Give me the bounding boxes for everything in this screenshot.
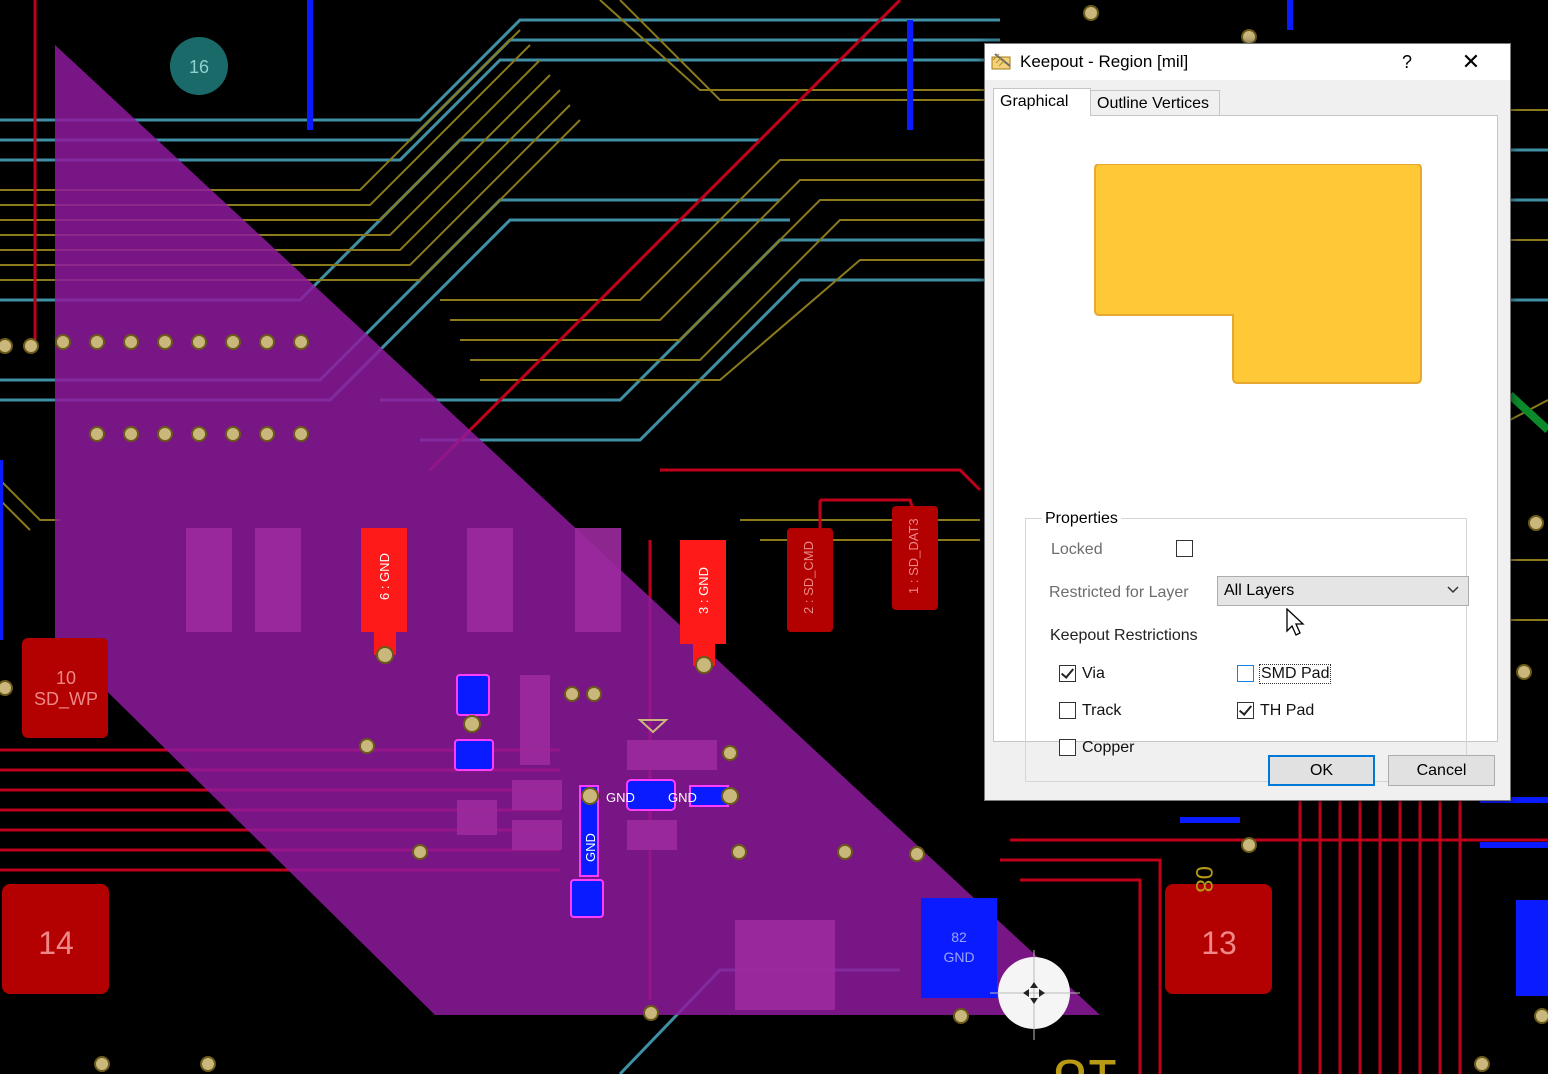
silkscreen-text-2: 08 (1190, 866, 1217, 893)
cancel-button[interactable]: Cancel (1388, 755, 1495, 786)
tab-outline-vertices[interactable]: Outline Vertices (1091, 90, 1220, 116)
smd-pad-checkbox[interactable] (1237, 665, 1254, 682)
pad-13-label: 13 (1201, 925, 1237, 961)
svg-text:3 : GND: 3 : GND (696, 567, 711, 614)
tab-graphical[interactable]: Graphical (993, 88, 1091, 116)
pad-16-label: 16 (189, 57, 209, 77)
net-label-gnd-2: GND (668, 790, 697, 805)
th-pad-label[interactable]: TH Pad (1260, 702, 1314, 720)
svg-text:1 : SD_DAT3: 1 : SD_DAT3 (906, 518, 921, 594)
keepout-region-icon (991, 53, 1011, 70)
dialog-title: Keepout - Region [mil] (1020, 52, 1189, 71)
keepout-restrictions-title: Keepout Restrictions (1050, 627, 1198, 644)
close-button[interactable]: ✕ (1451, 48, 1491, 76)
net-label-gnd-1: GND (606, 790, 635, 805)
pad-82 (921, 898, 997, 998)
th-pad-checkbox[interactable] (1237, 702, 1254, 719)
pad-10-sublabel: SD_WP (34, 689, 98, 710)
help-button[interactable]: ? (1387, 50, 1427, 74)
via-checkbox[interactable] (1059, 665, 1076, 682)
chevron-down-icon (1447, 586, 1459, 594)
pad-14-label: 14 (38, 925, 74, 961)
restricted-layer-label: Restricted for Layer (1049, 584, 1189, 601)
ok-button[interactable]: OK (1268, 755, 1375, 786)
svg-text:6 : GND: 6 : GND (377, 553, 392, 600)
locked-label: Locked (1051, 541, 1103, 558)
mouse-pointer-icon (1286, 608, 1305, 636)
pad-82-sublabel: GND (943, 949, 974, 965)
pad-10-label: 10 (56, 668, 76, 688)
copper-label[interactable]: Copper (1082, 739, 1134, 757)
net-label-gnd-3: GND (583, 833, 598, 862)
keepout-region-dialog: Keepout - Region [mil] ? ✕ Graphical Out… (984, 43, 1511, 801)
via-label[interactable]: Via (1082, 665, 1105, 683)
track-checkbox[interactable] (1059, 702, 1076, 719)
pad-82-label: 82 (951, 929, 967, 945)
locked-checkbox[interactable] (1176, 540, 1193, 557)
restricted-layer-select[interactable]: All Layers (1217, 576, 1469, 606)
properties-title: Properties (1042, 510, 1121, 528)
svg-text:2 : SD_CMD: 2 : SD_CMD (801, 541, 816, 614)
region-shape-preview (1094, 164, 1422, 384)
smd-pad-label[interactable]: SMD Pad (1259, 664, 1332, 684)
pad-10 (22, 638, 108, 738)
silkscreen-text: 18 (1053, 1047, 1120, 1074)
track-label[interactable]: Track (1082, 702, 1121, 720)
graphical-tab-panel: Properties Locked Restricted for Layer A… (993, 115, 1498, 782)
dialog-titlebar[interactable]: Keepout - Region [mil] ? ✕ (985, 44, 1510, 80)
copper-checkbox[interactable] (1059, 739, 1076, 756)
restricted-layer-value: All Layers (1224, 582, 1295, 599)
